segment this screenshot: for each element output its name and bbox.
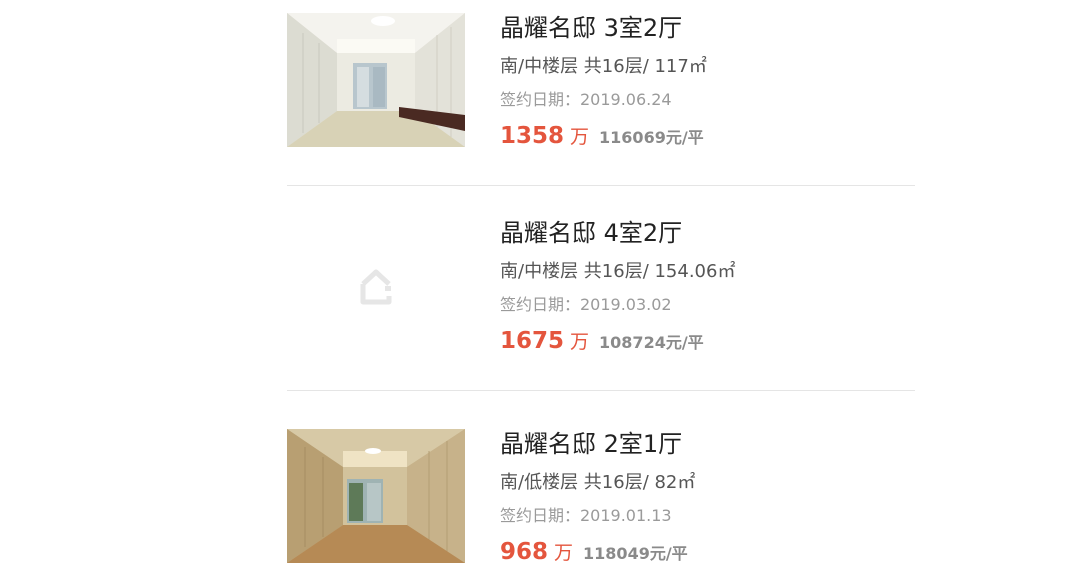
listing-info: 晶耀名邸 4室2厅 南/中楼层 共16层/ 154.06㎡ 签约日期：2019.… [500,217,915,358]
unit-price: 108724元/平 [599,333,704,352]
total-price: 1358 [500,123,565,149]
unit-price: 116069元/平 [599,128,704,147]
listing-title[interactable]: 晶耀名邸 2室1厅 [500,428,915,460]
price-row: 1675 万 108724元/平 [500,326,915,358]
price-unit: 万 [554,542,574,564]
living-room-photo [287,13,465,147]
listing-signed-date: 签约日期：2019.06.24 [500,90,672,109]
listing-signed-date: 签约日期：2019.03.02 [500,295,672,314]
listing-meta: 南/低楼层 共16层/ 82㎡ [500,472,696,493]
listing-meta: 南/中楼层 共16层/ 154.06㎡ [500,261,736,282]
list-item[interactable]: 晶耀名邸 2室1厅 南/低楼层 共16层/ 82㎡ 签约日期：2019.01.1… [287,391,915,575]
price-row: 968 万 118049元/平 [500,537,915,569]
listing-info: 晶耀名邸 2室1厅 南/低楼层 共16层/ 82㎡ 签约日期：2019.01.1… [500,428,915,569]
list-item[interactable]: 晶耀名邸 4室2厅 南/中楼层 共16层/ 154.06㎡ 签约日期：2019.… [287,186,915,391]
listing-title[interactable]: 晶耀名邸 3室2厅 [500,12,915,44]
listing-photo-placeholder[interactable] [287,218,465,352]
living-room-photo [287,429,465,563]
list-item[interactable]: 晶耀名邸 3室2厅 南/中楼层 共16层/ 117㎡ 签约日期：2019.06.… [287,0,915,186]
listing-photo[interactable] [287,13,465,147]
total-price: 1675 [500,328,565,354]
listing-meta: 南/中楼层 共16层/ 117㎡ [500,56,707,77]
unit-price: 118049元/平 [583,544,688,563]
house-placeholder-icon [287,218,465,352]
price-unit: 万 [570,126,590,148]
listing-info: 晶耀名邸 3室2厅 南/中楼层 共16层/ 117㎡ 签约日期：2019.06.… [500,12,915,153]
listing-photo[interactable] [287,429,465,563]
price-unit: 万 [570,331,590,353]
price-row: 1358 万 116069元/平 [500,121,915,153]
transaction-list: 晶耀名邸 3室2厅 南/中楼层 共16层/ 117㎡ 签约日期：2019.06.… [287,0,915,575]
listing-signed-date: 签约日期：2019.01.13 [500,506,672,525]
total-price: 968 [500,539,549,565]
listing-title[interactable]: 晶耀名邸 4室2厅 [500,217,915,249]
